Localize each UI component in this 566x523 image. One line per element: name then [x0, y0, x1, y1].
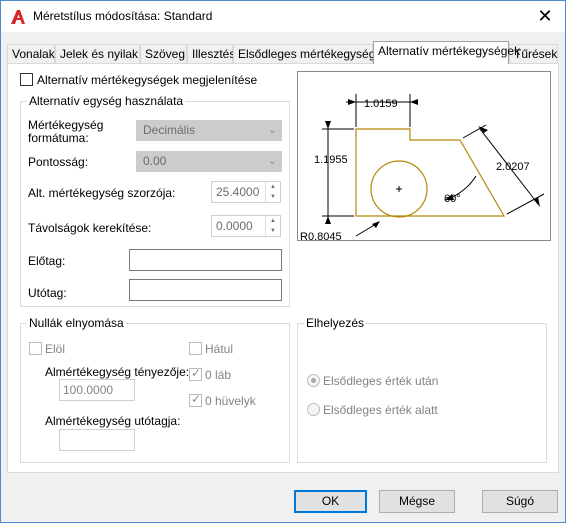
placement-group-label: Elhelyezés [304, 316, 367, 330]
preview-dim-top: 1.0159 [364, 98, 398, 110]
spinner-buttons[interactable]: ▲ ▼ [265, 216, 280, 236]
title-bar: Méretstílus módosítása: Standard ✕ [1, 1, 565, 32]
preview-dim-radius: R0.8045 [300, 231, 342, 240]
multiplier-spinner[interactable]: 25.4000 ▲ ▼ [211, 181, 281, 203]
unit-format-label: Mértékegység formátuma: [28, 118, 104, 145]
tab-primary-units[interactable]: Elsődleges mértékegységek [233, 44, 388, 64]
round-distances-label: Távolságok kerekítése: [28, 221, 152, 235]
zero-suppression-group-label: Nullák elnyomása [27, 316, 126, 330]
zero-inches-checkbox[interactable] [189, 392, 202, 407]
spinner-buttons[interactable]: ▲ ▼ [265, 182, 280, 202]
suffix-input[interactable] [129, 279, 282, 301]
autocad-logo-icon [11, 10, 25, 24]
preview-dim-right: 2.0207 [496, 161, 530, 173]
prefix-label: Előtag: [28, 254, 66, 268]
tab-symbols-arrows[interactable]: Jelek és nyilak [55, 44, 140, 64]
close-icon[interactable]: ✕ [533, 4, 557, 28]
window-title: Méretstílus módosítása: Standard [33, 9, 213, 23]
tab-bar: Vonalak Jelek és nyilak Szöveg Illesztés… [7, 41, 559, 64]
suffix-label: Utótag: [28, 286, 67, 300]
spin-up-icon[interactable]: ▲ [266, 182, 280, 192]
sub-unit-suffix-label: Almértékegység utótagja: [45, 414, 181, 428]
unit-format-value: Decimális [143, 123, 196, 137]
round-distances-value: 0.0000 [216, 219, 253, 233]
ok-button[interactable]: OK [294, 490, 367, 513]
display-alt-units-checkbox[interactable] [20, 73, 33, 86]
preview-drawing: 1.0159 1.1955 2.0207 60° R0.8045 [300, 94, 545, 243]
chevron-down-icon: ⌄ [267, 155, 277, 167]
display-alt-units-label: Alternatív mértékegységek megjelenítése [37, 73, 258, 87]
spin-down-icon[interactable]: ▼ [266, 226, 280, 236]
after-primary-label: Elsődleges érték után [323, 374, 439, 388]
dialog-window: Méretstílus módosítása: Standard ✕ Vonal… [0, 0, 566, 523]
prefix-input[interactable] [129, 249, 282, 271]
precision-select[interactable]: 0.00 ⌄ [136, 151, 282, 172]
leading-zeros-label: Elöl [45, 342, 66, 356]
below-primary-radio[interactable] [307, 403, 320, 416]
precision-label: Pontosság: [28, 155, 89, 169]
preview-dim-left: 1.1955 [314, 154, 348, 166]
multiplier-value: 25.4000 [216, 185, 260, 199]
precision-value: 0.00 [143, 154, 167, 168]
help-button[interactable]: Súgó [482, 490, 558, 513]
sub-unit-factor-input[interactable]: 100.0000 [59, 379, 135, 401]
tab-lines[interactable]: Vonalak [7, 44, 55, 64]
below-primary-label: Elsődleges érték alatt [323, 403, 438, 417]
zero-inches-label: 0 hüvelyk [205, 394, 256, 408]
zero-feet-checkbox[interactable] [189, 366, 202, 381]
sub-unit-factor-label: Almértékegység tényezője: [45, 365, 190, 379]
unit-format-select[interactable]: Decimális ⌄ [136, 120, 282, 141]
tab-fit[interactable]: Illesztés [187, 44, 235, 64]
after-primary-radio[interactable] [307, 374, 320, 387]
round-distances-spinner[interactable]: 0.0000 ▲ ▼ [211, 215, 281, 237]
multiplier-label: Alt. mértékegység szorzója: [28, 186, 176, 200]
trailing-zeros-label: Hátul [205, 342, 234, 356]
tab-text[interactable]: Szöveg [140, 44, 187, 64]
trailing-zeros-checkbox[interactable] [189, 342, 202, 355]
cancel-button[interactable]: Mégse [379, 490, 455, 513]
zero-feet-label: 0 láb [205, 368, 232, 382]
preview-dim-angle: 60° [444, 193, 461, 205]
dimension-preview: 1.0159 1.1955 2.0207 60° R0.8045 [297, 71, 551, 243]
placement-group: Elhelyezés [297, 316, 547, 463]
tab-alternate-units[interactable]: Alternatív mértékegységek [373, 41, 520, 64]
chevron-down-icon: ⌄ [267, 124, 277, 136]
sub-unit-factor-value: 100.0000 [63, 383, 114, 397]
leading-zeros-checkbox[interactable] [29, 342, 42, 355]
sub-unit-suffix-input[interactable] [59, 429, 135, 451]
radio-dot [311, 378, 316, 383]
spin-down-icon[interactable]: ▼ [266, 192, 280, 202]
spin-up-icon[interactable]: ▲ [266, 216, 280, 226]
alt-units-group-label: Alternatív egység használata [27, 94, 186, 108]
